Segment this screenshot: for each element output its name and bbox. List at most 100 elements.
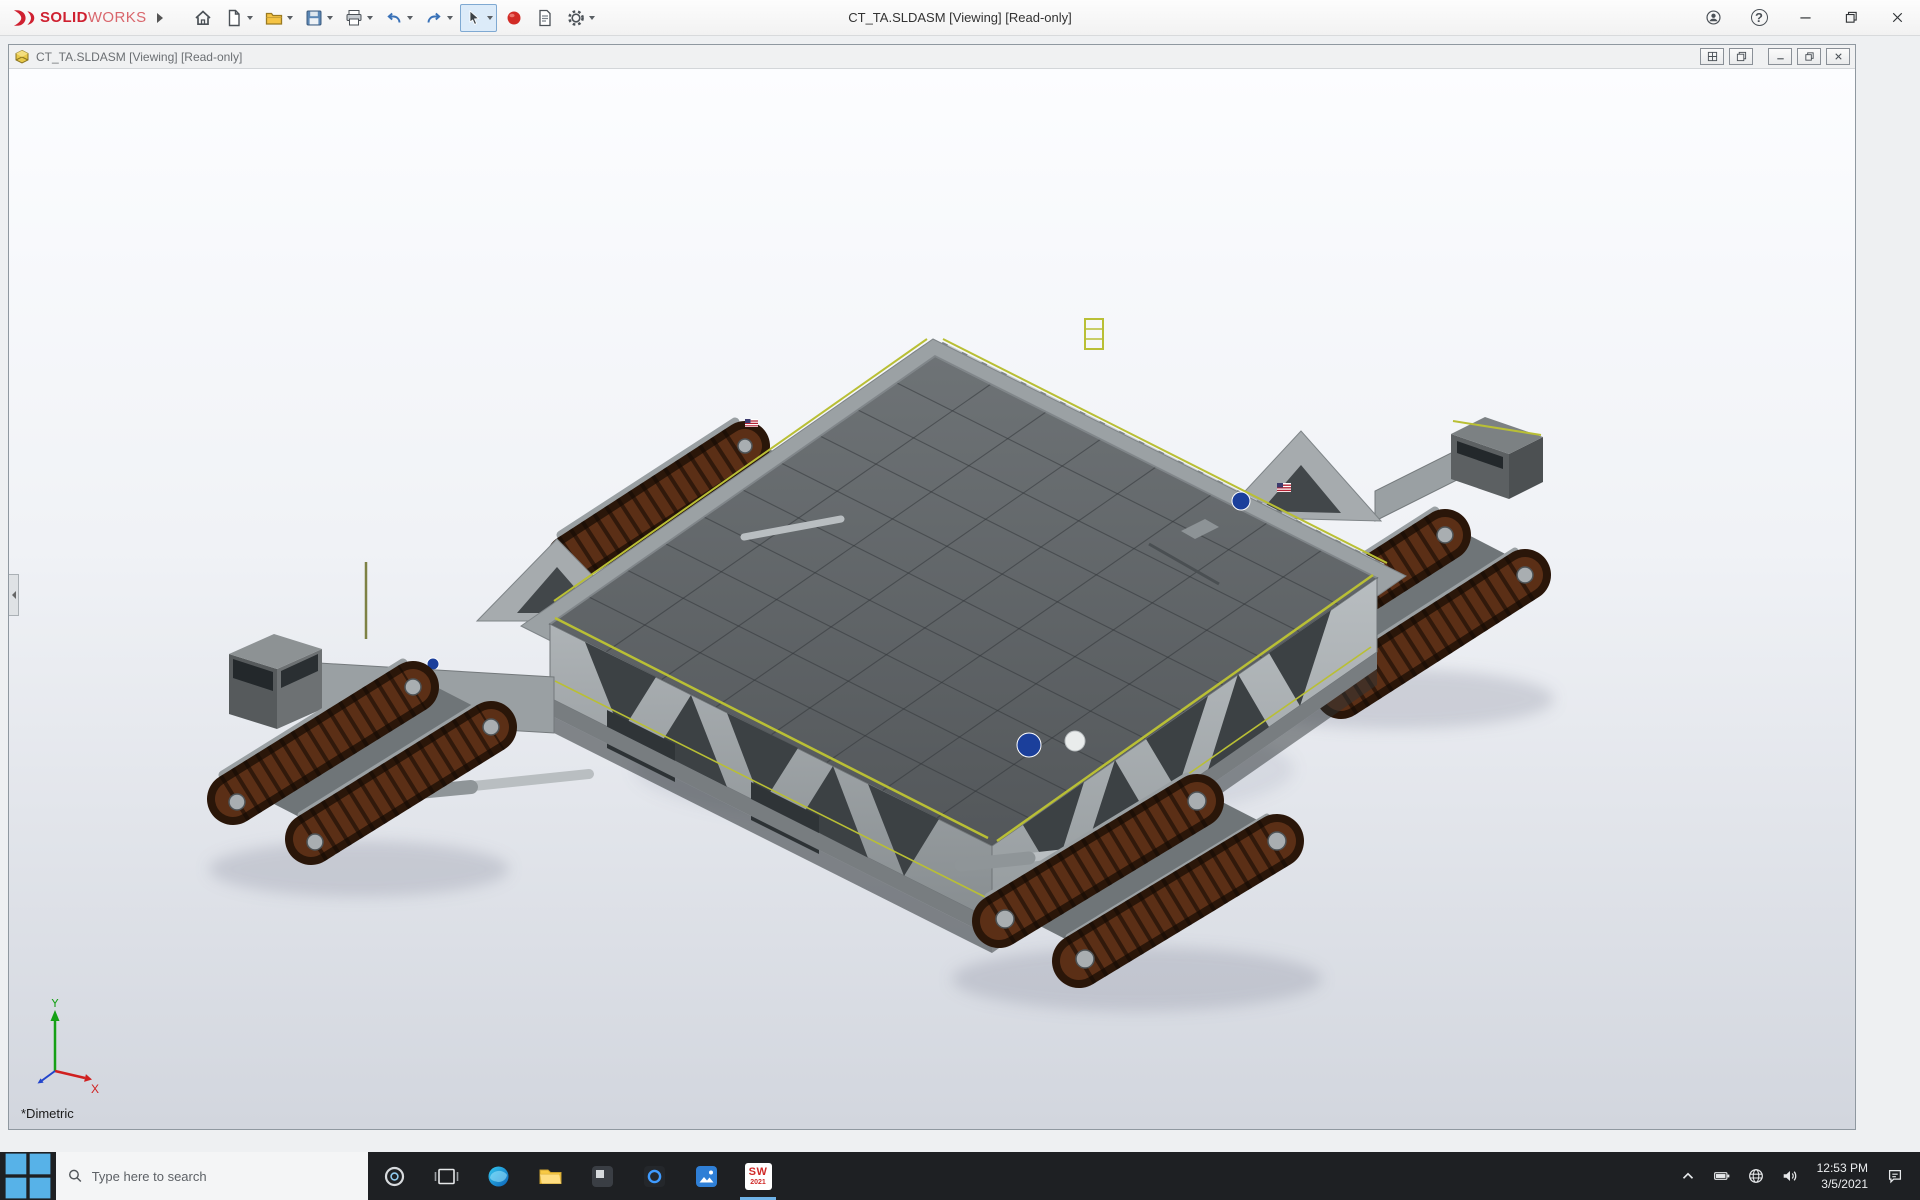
us-flag-rear [745,419,758,427]
new-document-button[interactable] [220,4,257,32]
doc-minimize-button[interactable] [1768,48,1792,65]
doc-restore-icon [1804,51,1815,62]
select-cursor-icon [464,8,484,28]
network-button[interactable] [1741,1152,1771,1200]
dark-app-button[interactable] [576,1152,628,1200]
new-document-icon [224,8,244,28]
open-dropdown-arrow[interactable] [287,16,293,20]
options-dropdown-arrow[interactable] [589,16,595,20]
redo-button[interactable] [420,4,457,32]
home-button[interactable] [189,4,217,32]
orientation-triad[interactable]: Y X [29,999,109,1099]
brand-works: WORKS [88,9,147,26]
document-window: CT_TA.SLDASM [Viewing] [Read-only] [8,44,1856,1130]
minimize-icon [1797,9,1814,26]
print-dropdown-arrow[interactable] [367,16,373,20]
solidworks-logo: SOLIDWORKS [0,8,147,28]
options-button[interactable] [562,4,599,32]
file-properties-icon [535,8,555,28]
undo-dropdown-arrow[interactable] [407,16,413,20]
select-dropdown-arrow[interactable] [487,16,493,20]
battery-button[interactable] [1707,1152,1737,1200]
menu-flyout-arrow[interactable] [157,13,163,23]
solidworks-app-icon: SW 2021 [745,1163,772,1190]
save-icon [304,8,324,28]
media-app-button[interactable] [628,1152,680,1200]
clock-time: 12:53 PM [1817,1160,1868,1176]
restore-icon [1843,9,1860,26]
3dexperience-button[interactable] [500,4,528,32]
edge-button[interactable] [472,1152,524,1200]
file-properties-button[interactable] [531,4,559,32]
triad-x-label: X [91,1082,99,1096]
undo-icon [384,8,404,28]
split-view-icon [1707,51,1718,62]
view-orientation-label: *Dimetric [21,1106,74,1121]
volume-button[interactable] [1775,1152,1805,1200]
cascade-icon [1736,51,1747,62]
ds-logo-icon [10,8,36,28]
account-button[interactable] [1690,0,1736,35]
photos-app-button[interactable] [680,1152,732,1200]
solidworks-app-button[interactable]: SW 2021 [732,1152,784,1200]
start-button[interactable] [0,1152,56,1200]
graphics-viewport[interactable]: Y X *Dimetric [9,69,1855,1129]
user-account-icon [1705,9,1722,26]
open-button[interactable] [260,4,297,32]
minimize-button[interactable] [1782,0,1828,35]
cortana-icon [381,1163,408,1190]
save-button[interactable] [300,4,337,32]
new-dropdown-arrow[interactable] [247,16,253,20]
taskbar-clock[interactable]: 12:53 PM 3/5/2021 [1809,1160,1876,1192]
volume-icon [1781,1167,1799,1185]
split-view-button[interactable] [1700,48,1724,65]
action-center-button[interactable] [1880,1152,1910,1200]
search-input[interactable] [92,1169,356,1184]
rear-cab [1375,417,1543,521]
document-title: CT_TA.SLDASM [Viewing] [Read-only] [36,50,242,64]
restore-button[interactable] [1828,0,1874,35]
print-icon [344,8,364,28]
assembly-document-icon [14,49,30,65]
system-tray: 12:53 PM 3/5/2021 [1673,1152,1920,1200]
close-icon [1889,9,1906,26]
file-explorer-button[interactable] [524,1152,576,1200]
redo-dropdown-arrow[interactable] [447,16,453,20]
chevron-up-icon [1679,1167,1697,1185]
app-titlebar: SOLIDWORKS [0,0,1920,36]
windows-start-icon [0,1148,56,1200]
clock-date: 3/5/2021 [1821,1176,1868,1192]
doc-close-button[interactable] [1826,48,1850,65]
cortana-button[interactable] [368,1152,420,1200]
feature-panel-collapse-handle[interactable] [9,574,19,616]
taskbar-search[interactable] [56,1152,368,1200]
file-explorer-icon [537,1163,564,1190]
brand-solid: SOLID [40,9,88,26]
doc-restore-button[interactable] [1797,48,1821,65]
crawler-transporter-model [9,69,1855,1129]
task-view-icon [433,1163,460,1190]
workspace: CT_TA.SLDASM [Viewing] [Read-only] [0,36,1920,1152]
doc-minimize-icon [1775,51,1786,62]
hidden-icons-button[interactable] [1673,1152,1703,1200]
undo-button[interactable] [380,4,417,32]
redo-icon [424,8,444,28]
solidworks-icon-year: 2021 [750,1179,766,1186]
close-button[interactable] [1874,0,1920,35]
edge-icon [485,1163,512,1190]
open-folder-icon [264,8,284,28]
home-icon [193,8,213,28]
cascade-windows-button[interactable] [1729,48,1753,65]
quick-access-toolbar [189,4,599,32]
task-view-button[interactable] [420,1152,472,1200]
save-dropdown-arrow[interactable] [327,16,333,20]
app-window-controls: ? [1690,0,1920,35]
search-icon [68,1168,83,1184]
triad-y-label: Y [51,999,59,1010]
select-button[interactable] [460,4,497,32]
document-titlebar: CT_TA.SLDASM [Viewing] [Read-only] [9,45,1855,69]
3dexperience-icon [504,8,524,28]
action-center-icon [1886,1167,1904,1185]
help-button[interactable]: ? [1736,0,1782,35]
print-button[interactable] [340,4,377,32]
